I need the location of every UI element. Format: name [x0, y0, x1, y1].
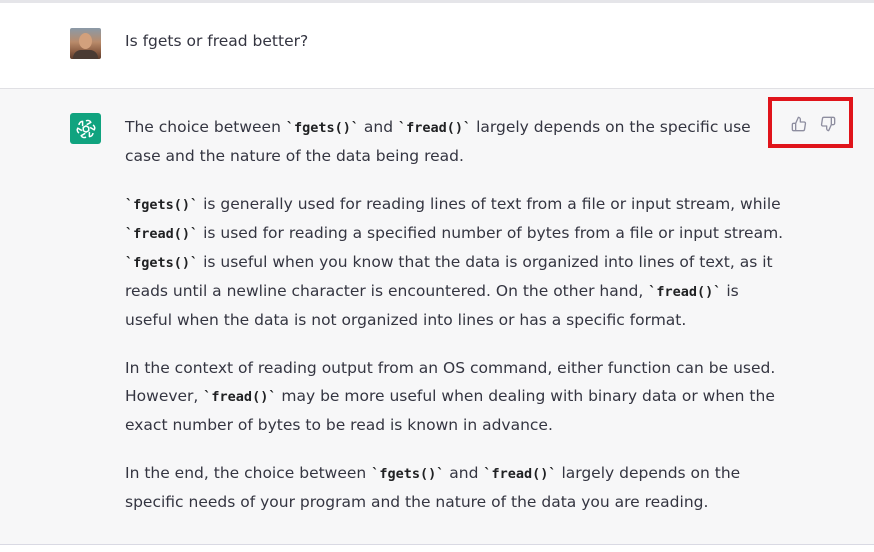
text-segment: The choice between [125, 118, 286, 136]
text-segment: and [444, 464, 484, 482]
inline-code: `fread()` [125, 226, 199, 242]
text-segment: is used for reading a specified number o… [198, 224, 784, 242]
user-avatar [70, 28, 101, 59]
thumbs-down-button[interactable] [819, 115, 837, 133]
assistant-paragraph: `fgets()` is generally used for reading … [125, 190, 785, 334]
assistant-message: The choice between `fgets()` and `fread(… [0, 89, 874, 545]
inline-code: `fread()` [203, 389, 277, 405]
thumbs-down-icon [820, 116, 836, 132]
assistant-paragraph: In the end, the choice between `fgets()`… [125, 459, 785, 516]
openai-logo-icon [70, 113, 101, 144]
inline-code: `fread()` [648, 284, 722, 300]
assistant-paragraph: In the context of reading output from an… [125, 354, 785, 439]
inline-code: `fgets()` [285, 120, 359, 136]
user-message-text: Is fgets or fread better? [125, 32, 309, 50]
thumbs-up-icon [791, 116, 807, 132]
assistant-message-text: The choice between `fgets()` and `fread(… [125, 113, 785, 536]
thumbs-up-button[interactable] [790, 115, 808, 133]
inline-code: `fgets()` [371, 466, 445, 482]
text-segment: In the end, the choice between [125, 464, 372, 482]
text-segment: and [358, 118, 398, 136]
inline-code: `fgets()` [125, 255, 199, 271]
text-segment: is generally used for reading lines of t… [198, 195, 781, 213]
inline-code: `fread()` [483, 466, 557, 482]
inline-code: `fread()` [398, 120, 472, 136]
inline-code: `fgets()` [125, 197, 199, 213]
assistant-paragraph: The choice between `fgets()` and `fread(… [125, 113, 785, 170]
user-message: Is fgets or fread better? [0, 3, 874, 89]
feedback-buttons-highlight [768, 97, 853, 148]
